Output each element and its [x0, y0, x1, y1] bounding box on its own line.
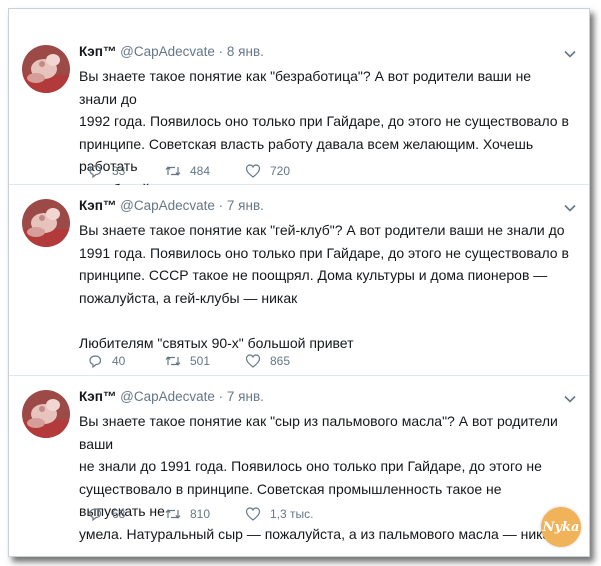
reply-count: 40 — [112, 354, 126, 368]
author-name[interactable]: Кэп™ — [79, 389, 116, 404]
reply-button[interactable]: 40 — [87, 351, 125, 371]
heart-icon — [245, 164, 261, 178]
separator: · — [218, 389, 224, 404]
tweet-screenshot-frame: Кэп™ @CapAdecvate · 8 янв. Вы знаете так… — [8, 8, 590, 557]
author-handle[interactable]: @CapAdecvate — [120, 44, 215, 59]
reply-count: 33 — [112, 164, 126, 178]
tweet[interactable]: Кэп™ @CapAdecvate · 7 янв. Вы знаете так… — [9, 185, 589, 376]
reply-icon — [89, 355, 102, 369]
chevron-down-icon[interactable] — [563, 201, 577, 215]
reply-button[interactable]: 68 — [87, 504, 125, 524]
author-name[interactable]: Кэп™ — [79, 198, 116, 213]
chevron-down-icon[interactable] — [563, 47, 577, 61]
like-button[interactable]: 865 — [245, 351, 290, 371]
tweet[interactable]: Кэп™ @CapAdecvate · 8 янв. Вы знаете так… — [9, 9, 589, 197]
like-count: 720 — [270, 164, 291, 178]
heart-icon — [245, 354, 261, 368]
tweet-header: Кэп™ @CapAdecvate · 7 янв. — [79, 197, 549, 215]
separator: · — [218, 44, 224, 59]
tweet-text: Вы знаете такое понятие как "гей-клуб"? … — [79, 222, 569, 351]
reply-count: 68 — [112, 507, 126, 521]
tweet[interactable]: Кэп™ @CapAdecvate · 7 янв. Вы знаете так… — [9, 376, 589, 556]
author-name[interactable]: Кэп™ — [79, 44, 116, 59]
avatar[interactable] — [22, 45, 70, 93]
chevron-down-icon[interactable] — [563, 392, 577, 406]
tweet-actions: 33 484 720 — [87, 161, 387, 181]
tweet-header: Кэп™ @CapAdecvate · 7 янв. — [79, 388, 549, 406]
tweet-date[interactable]: 7 янв. — [227, 389, 264, 404]
reply-icon — [89, 508, 102, 522]
reply-button[interactable]: 33 — [87, 161, 125, 181]
retweet-count: 501 — [190, 354, 211, 368]
separator: · — [218, 198, 224, 213]
retweet-button[interactable]: 484 — [165, 161, 210, 181]
retweet-button[interactable]: 810 — [165, 504, 210, 524]
tweet-text: Вы знаете такое понятие как "сыр из паль… — [79, 413, 561, 542]
tweet-date[interactable]: 7 янв. — [227, 198, 264, 213]
retweet-icon — [165, 509, 181, 519]
retweet-icon — [165, 356, 181, 366]
retweet-count: 484 — [190, 164, 211, 178]
avatar[interactable] — [22, 390, 70, 438]
watermark-logo: Nyka — [541, 507, 581, 547]
tweet-date[interactable]: 8 янв. — [227, 44, 264, 59]
retweet-icon — [165, 166, 181, 176]
heart-icon — [245, 507, 261, 521]
like-button[interactable]: 720 — [245, 161, 290, 181]
avatar[interactable] — [22, 199, 70, 247]
like-count: 865 — [270, 354, 291, 368]
tweet-actions: 40 501 865 — [87, 351, 387, 371]
reply-icon — [89, 165, 102, 179]
retweet-button[interactable]: 501 — [165, 351, 210, 371]
like-button[interactable]: 1,3 тыс. — [245, 504, 313, 524]
like-count: 1,3 тыс. — [270, 507, 314, 521]
retweet-count: 810 — [190, 507, 211, 521]
author-handle[interactable]: @CapAdecvate — [120, 198, 215, 213]
tweet-header: Кэп™ @CapAdecvate · 8 янв. — [79, 43, 549, 61]
author-handle[interactable]: @CapAdecvate — [120, 389, 215, 404]
tweet-actions: 68 810 1,3 тыс. — [87, 504, 387, 524]
